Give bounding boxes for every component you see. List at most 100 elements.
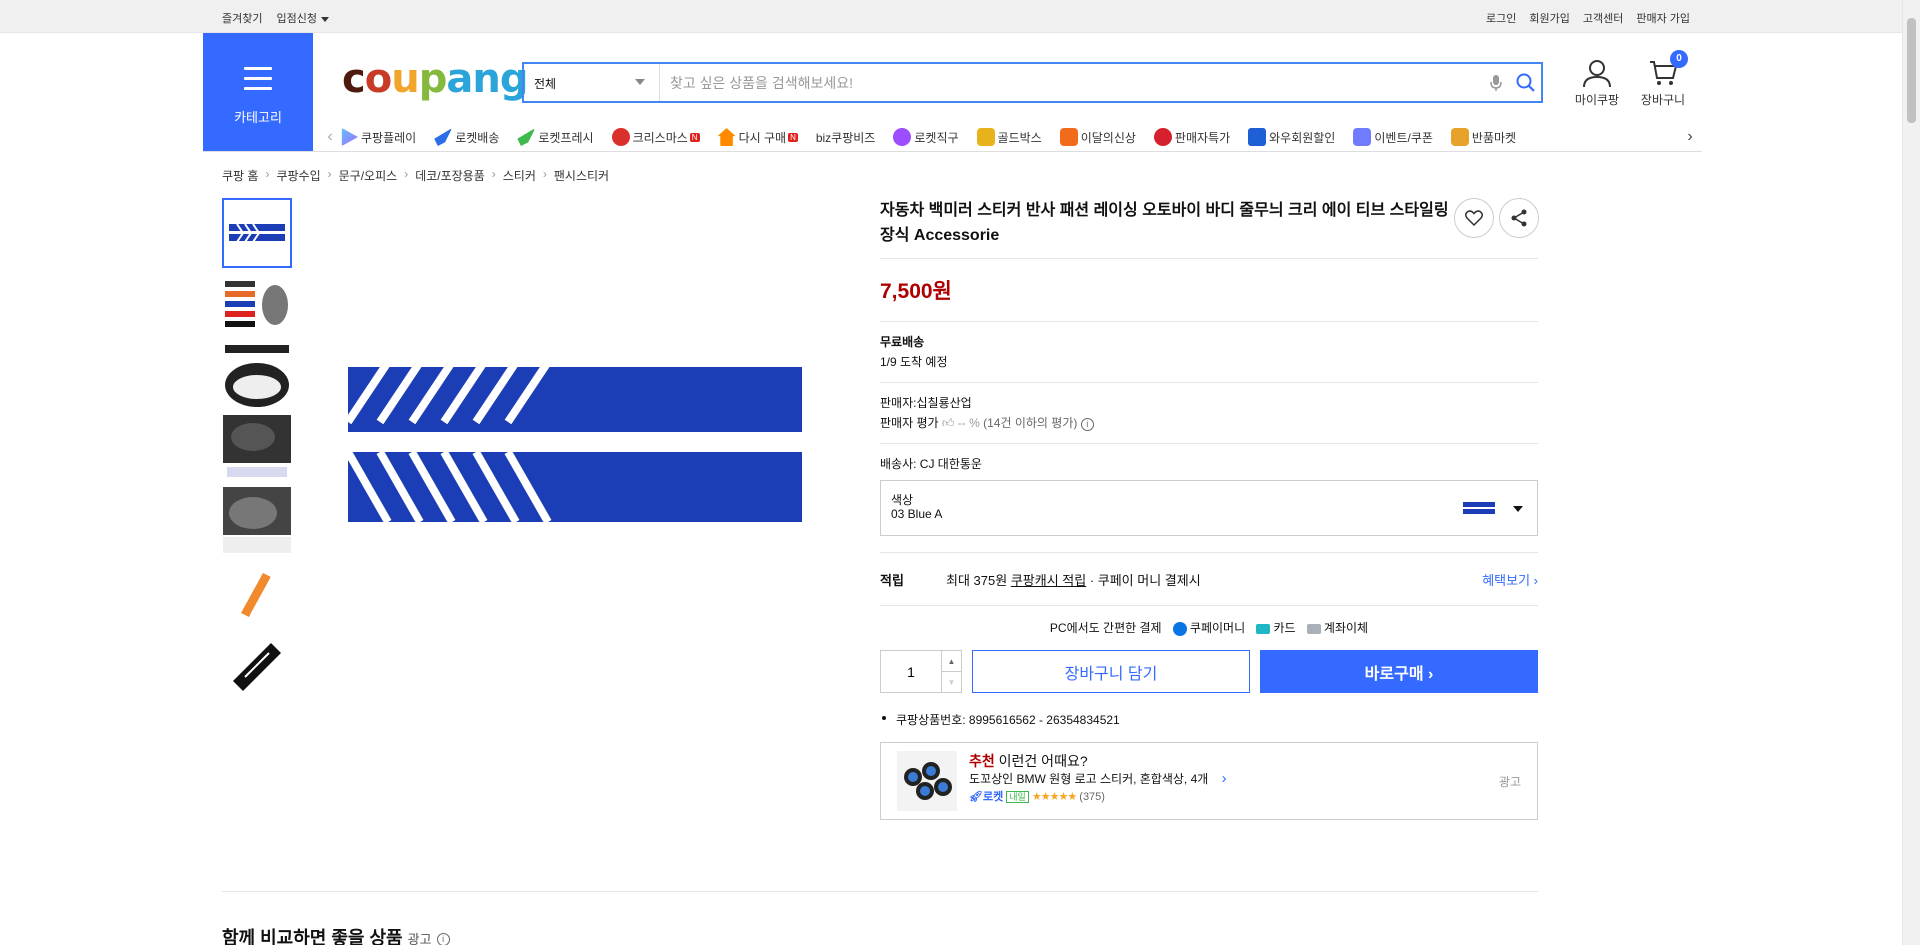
product-id: 쿠팡상품번호: 8995616562 - 26354834521 [880,711,1538,728]
mypage-button[interactable]: 마이쿠팡 [1567,58,1627,108]
chevron-right-icon: › [1221,770,1227,787]
seller-rating-value: -- % [957,416,980,430]
pay-method: 계좌이체 [1323,621,1369,635]
cart-count-badge: 0 [1670,50,1688,68]
nav-item-seller-deals[interactable]: 판매자특가 [1153,128,1230,146]
nav-item-rebuy[interactable]: 다시 구매 N [717,128,798,146]
favorite-button[interactable] [1454,198,1494,238]
breadcrumb-item[interactable]: 팬시스티커 [554,167,609,184]
quantity-decrease-icon[interactable]: ▼ [942,671,961,692]
thumbnail[interactable] [222,198,292,268]
mic-icon[interactable] [1481,64,1511,101]
purchase-row: ▲ ▼ 장바구니 담기 바로구매 › [880,650,1538,693]
rocket-direct-icon [893,128,912,146]
coupang-logo[interactable]: coupang [342,56,528,102]
hamburger-icon [244,67,272,97]
nav-item-rocket-direct[interactable]: 로켓직구 [893,128,959,146]
search-icon[interactable] [1511,64,1541,101]
nav-item-new-arrivals[interactable]: 이달의신상 [1059,128,1136,146]
nav-item-christmas[interactable]: 크리스마스 N [611,128,700,146]
search-scope-value: 전체 [534,77,557,91]
nav-item-rocket-delivery[interactable]: 로켓배송 [434,128,499,146]
percent-icon [1153,128,1172,146]
benefit-link[interactable]: 혜택보기 › [1482,570,1538,589]
nav-item-wow-discount[interactable]: 와우회원할인 [1248,128,1335,146]
option-swatch-icon [1463,502,1495,514]
nav-item-coupang-biz[interactable]: biz쿠팡비즈 [816,129,876,146]
coupon-icon [1353,128,1372,146]
pay-methods: PC에서도 간편한 결제 쿠페이머니 카드 계좌이체 [880,606,1538,650]
top-utility-bar: 즐겨찾기 입점신청 로그인 회원가입 고객센터 판매자 가입 [0,0,1902,33]
shopping-bag-icon [1059,128,1078,146]
nav-item-goldbox[interactable]: 골드박스 [976,128,1042,146]
main-product-image[interactable] [344,352,802,542]
recommendation-image[interactable] [897,751,957,811]
courier-info: 배송사: CJ 대한통운 [880,444,1538,474]
seller-name[interactable]: 판매자:십칠룡산업 [880,393,1538,413]
arrival-date: 1/9 도착 예정 [880,355,948,369]
breadcrumb-item[interactable]: 쿠팡 홈 [222,167,258,184]
recommendation-heading: 추천 이런건 어때요? [969,753,1088,769]
customer-center-link[interactable]: 고객센터 [1583,10,1623,26]
user-icon [1583,60,1611,88]
cart-label: 장바구니 [1640,93,1686,107]
search-scope-select[interactable]: 전체 [524,64,660,101]
bookmark-link[interactable]: 즐겨찾기 [222,10,262,26]
thumbnail[interactable] [222,630,292,700]
quantity-input[interactable] [881,651,941,692]
pay-label: PC에서도 간편한 결제 [1049,621,1162,635]
nav-item-return-market[interactable]: 반품마켓 [1450,128,1516,146]
coupang-cash-link[interactable]: 쿠팡캐시 적립 [1011,570,1086,589]
nav-item-coupang-play[interactable]: 쿠팡플레이 [340,128,416,146]
nav-item-rocket-fresh[interactable]: 로켓프레시 [517,128,594,146]
courier: 배송사: CJ 대한통운 [880,457,982,471]
thumbnail[interactable] [222,342,292,412]
option-value: 03 Blue A [891,507,943,521]
nav-next-icon[interactable]: › [1680,128,1700,146]
reward-row: 적립 최대 375원 쿠팡캐시 적립 · 쿠페이 머니 결제시 혜택보기 › [880,553,1538,605]
add-to-cart-button[interactable]: 장바구니 담기 [972,650,1250,693]
breadcrumb-item[interactable]: 스티커 [503,167,536,184]
breadcrumb-item[interactable]: 쿠팡수입 [276,167,320,184]
option-label: 색상 [891,493,914,507]
share-button[interactable] [1499,198,1539,238]
shipping-label: 무료배송 [880,335,925,349]
home-icon [717,128,736,146]
breadcrumb-item[interactable]: 문구/오피스 [339,167,398,184]
product-info: 자동차 백미러 스티커 반사 패션 레이싱 오토바이 바디 줄무늬 크리 에이 … [880,198,1539,820]
compare-section-title: 함께 비교하면 좋을 상품 광고 i [222,924,450,945]
quantity-increase-icon[interactable]: ▲ [942,651,961,671]
login-link[interactable]: 로그인 [1486,10,1516,26]
color-option-select[interactable]: 색상 03 Blue A [880,480,1538,536]
play-icon [341,128,358,146]
thumbs-up-icon: 👍︎ [941,416,955,430]
category-label: 카테고리 [234,110,282,125]
signup-link[interactable]: 회원가입 [1529,10,1569,26]
cart-button[interactable]: 0 장바구니 [1633,50,1693,108]
shortcut-nav: ‹ 쿠팡플레이 로켓배송 로켓프레시 크리스마스 N 다시 구매 N biz쿠팡비즈… [320,123,1700,151]
nav-prev-icon[interactable]: ‹ [320,128,340,146]
seller-apply-label: 입점신청 [276,13,317,25]
pay-method: 쿠페이머니 [1189,621,1246,635]
gift-box-icon [976,128,995,146]
section-divider [222,891,1538,892]
tomorrow-badge: 내일 [1006,791,1029,803]
thumbnail[interactable] [222,486,292,556]
recommendation-card[interactable]: 추천 이런건 어때요? 도꼬상인 BMW 원형 로고 스티커, 혼합색상, 4개… [880,742,1538,820]
buy-now-button[interactable]: 바로구매 › [1260,650,1538,693]
seller-apply-menu[interactable]: 입점신청 [276,10,329,26]
search-input[interactable] [660,64,1481,101]
info-icon[interactable]: i [436,932,450,945]
recommendation-item-title[interactable]: 도꼬상인 BMW 원형 로고 스티커, 혼합색상, 4개 › [969,770,1227,788]
info-icon[interactable]: i [1080,418,1094,431]
page-scrollbar[interactable] [1902,0,1920,945]
thumbnail[interactable] [222,270,292,340]
scrollbar-thumb[interactable] [1907,18,1916,123]
nav-item-events[interactable]: 이벤트/쿠폰 [1353,128,1433,146]
seller-signup-link[interactable]: 판매자 가입 [1636,10,1690,26]
thumbnail[interactable] [222,414,292,484]
breadcrumb-item[interactable]: 데코/포장용품 [415,167,485,184]
nav-divider [203,151,1702,152]
category-button[interactable]: 카테고리 [203,33,313,151]
thumbnail[interactable] [222,558,292,628]
